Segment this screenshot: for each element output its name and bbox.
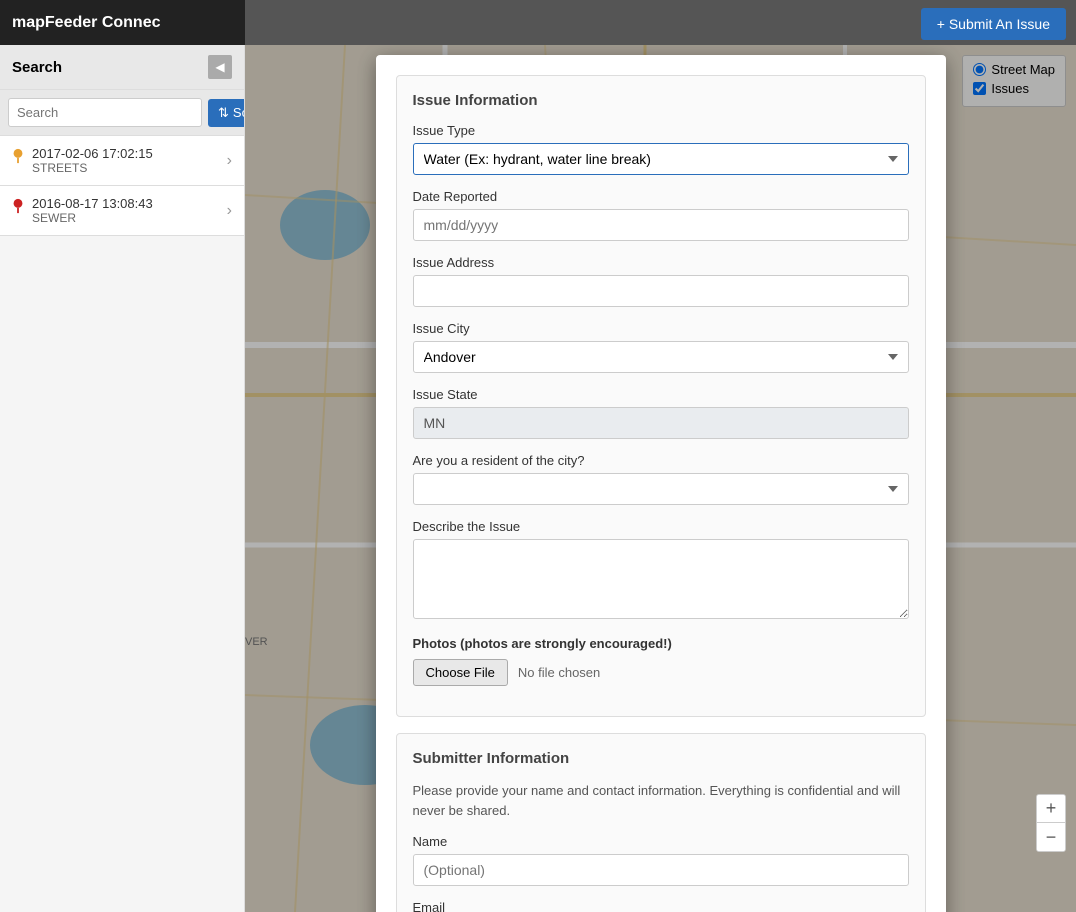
submitter-info-text: Please provide your name and contact inf… [413,781,909,820]
submitter-section-title: Submitter Information [413,750,909,767]
no-file-text: No file chosen [518,665,600,680]
submitter-information-section: Submitter Information Please provide you… [396,733,926,912]
issue-city-label: Issue City [413,321,909,336]
issue-city-group: Issue City Andover Other [413,321,909,373]
collapse-icon: ◀ [215,60,224,74]
sidebar: Search ◀ ⇅ Sort 2017-02-06 17:02:15 STRE… [0,45,245,912]
name-label: Name [413,834,909,849]
chevron-right-icon: › [227,152,232,170]
chevron-right-icon: › [227,202,232,220]
item-date: 2017-02-06 17:02:15 [32,146,153,161]
sort-icon: ⇅ [218,105,229,121]
describe-issue-textarea[interactable] [413,539,909,619]
issue-form-modal: Issue Information Issue Type Water (Ex: … [376,55,946,912]
photos-label: Photos (photos are strongly encouraged!) [413,636,909,651]
app-title: mapFeeder Connec [0,0,245,45]
item-type: STREETS [32,161,153,175]
date-reported-label: Date Reported [413,189,909,204]
date-reported-group: Date Reported [413,189,909,241]
resident-label: Are you a resident of the city? [413,453,909,468]
item-date: 2016-08-17 13:08:43 [32,196,153,211]
choose-file-button[interactable]: Choose File [413,659,508,686]
issue-state-label: Issue State [413,387,909,402]
issue-type-select[interactable]: Water (Ex: hydrant, water line break) St… [413,143,909,175]
zoom-in-button[interactable]: + [1037,795,1065,823]
sidebar-collapse-button[interactable]: ◀ [208,55,232,79]
email-group: Email [413,900,909,912]
issue-type-label: Issue Type [413,123,909,138]
describe-issue-label: Describe the Issue [413,519,909,534]
resident-select[interactable]: Yes No [413,473,909,505]
email-label: Email [413,900,909,912]
issue-information-section: Issue Information Issue Type Water (Ex: … [396,75,926,717]
resident-group: Are you a resident of the city? Yes No [413,453,909,505]
describe-issue-group: Describe the Issue [413,519,909,622]
issue-address-group: Issue Address [413,255,909,307]
zoom-out-button[interactable]: − [1037,823,1065,851]
search-input[interactable] [8,98,202,127]
date-reported-input[interactable] [413,209,909,241]
sidebar-header: Search ◀ [0,45,244,90]
zoom-controls: + − [1036,794,1066,852]
photos-group: Photos (photos are strongly encouraged!)… [413,636,909,686]
issue-section-title: Issue Information [413,92,909,109]
list-item[interactable]: 2016-08-17 13:08:43 SEWER › [0,186,244,236]
issue-address-label: Issue Address [413,255,909,270]
name-input[interactable] [413,854,909,886]
list-item[interactable]: 2017-02-06 17:02:15 STREETS › [0,136,244,186]
sort-label: Sort [233,105,245,120]
sort-button[interactable]: ⇅ Sort [208,99,245,127]
pin-icon [12,198,24,214]
issue-address-input[interactable] [413,275,909,307]
name-group: Name [413,834,909,886]
issue-type-group: Issue Type Water (Ex: hydrant, water lin… [413,123,909,175]
issue-state-group: Issue State [413,387,909,439]
issue-city-select[interactable]: Andover Other [413,341,909,373]
search-bar: ⇅ Sort [0,90,244,136]
sidebar-header-label: Search [12,59,62,76]
item-type: SEWER [32,211,153,225]
modal-overlay: Issue Information Issue Type Water (Ex: … [245,45,1076,912]
submit-issue-button[interactable]: + Submit An Issue [921,8,1066,40]
pin-icon [12,148,24,164]
issue-state-input [413,407,909,439]
